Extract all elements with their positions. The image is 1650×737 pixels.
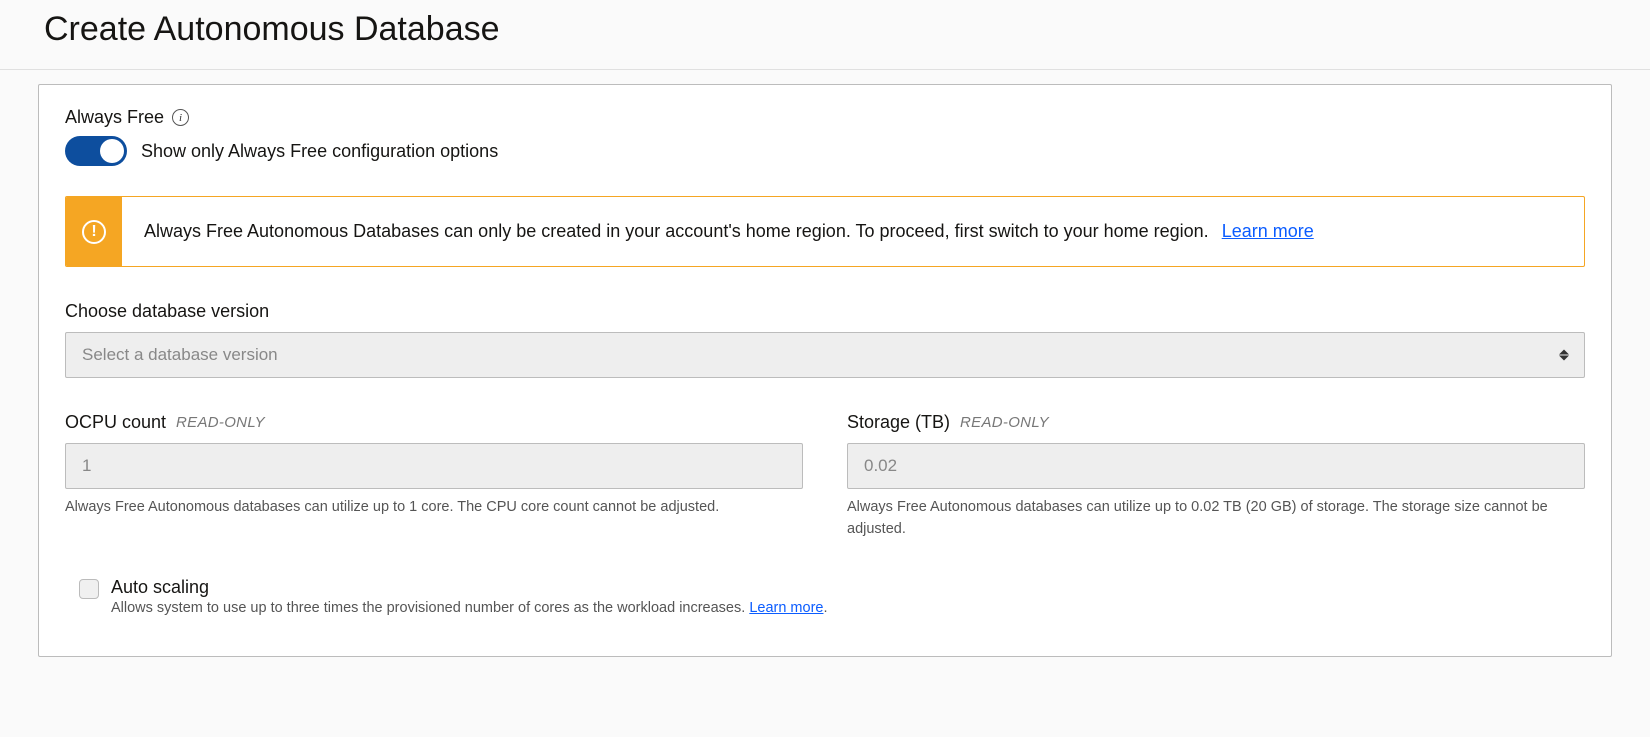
ocpu-help: Always Free Autonomous databases can uti… xyxy=(65,497,803,519)
ocpu-field: OCPU count READ-ONLY 1 Always Free Auton… xyxy=(65,412,803,541)
config-card: Always Free i Show only Always Free conf… xyxy=(38,84,1612,657)
region-warning-alert: ! Always Free Autonomous Databases can o… xyxy=(65,196,1585,267)
page-title: Create Autonomous Database xyxy=(44,10,1606,49)
auto-scaling-learn-more-link[interactable]: Learn more xyxy=(749,600,823,616)
db-version-select-wrap: Select a database version xyxy=(65,332,1585,378)
always-free-header: Always Free i xyxy=(65,107,1585,128)
always-free-toggle[interactable] xyxy=(65,136,127,166)
auto-scaling-suffix: . xyxy=(823,600,827,616)
ocpu-input: 1 xyxy=(65,443,803,489)
page-header: Create Autonomous Database xyxy=(0,0,1650,70)
alert-body: Always Free Autonomous Databases can onl… xyxy=(122,197,1336,266)
storage-help: Always Free Autonomous databases can uti… xyxy=(847,497,1585,541)
auto-scaling-checkbox[interactable] xyxy=(79,579,99,599)
storage-label-row: Storage (TB) READ-ONLY xyxy=(847,412,1585,433)
auto-scaling-help-text: Allows system to use up to three times t… xyxy=(111,600,749,616)
storage-input: 0.02 xyxy=(847,443,1585,489)
toggle-knob xyxy=(100,139,124,163)
storage-readonly-tag: READ-ONLY xyxy=(960,414,1049,431)
always-free-toggle-label: Show only Always Free configuration opti… xyxy=(141,141,498,162)
auto-scaling-help: Allows system to use up to three times t… xyxy=(111,600,1585,616)
compute-storage-row: OCPU count READ-ONLY 1 Always Free Auton… xyxy=(65,412,1585,541)
always-free-toggle-row: Show only Always Free configuration opti… xyxy=(65,136,1585,166)
info-icon[interactable]: i xyxy=(172,109,189,126)
always-free-label: Always Free xyxy=(65,107,164,128)
db-version-select[interactable]: Select a database version xyxy=(65,332,1585,378)
auto-scaling-content: Auto scaling Allows system to use up to … xyxy=(111,577,1585,616)
ocpu-readonly-tag: READ-ONLY xyxy=(176,414,265,431)
ocpu-label: OCPU count xyxy=(65,412,166,433)
ocpu-label-row: OCPU count READ-ONLY xyxy=(65,412,803,433)
alert-text: Always Free Autonomous Databases can onl… xyxy=(144,221,1209,241)
auto-scaling-label: Auto scaling xyxy=(111,577,1585,598)
alert-learn-more-link[interactable]: Learn more xyxy=(1222,221,1314,241)
auto-scaling-row: Auto scaling Allows system to use up to … xyxy=(65,577,1585,616)
storage-label: Storage (TB) xyxy=(847,412,950,433)
db-version-label: Choose database version xyxy=(65,301,1585,322)
warning-icon: ! xyxy=(82,220,106,244)
db-version-field: Choose database version Select a databas… xyxy=(65,301,1585,378)
alert-icon-box: ! xyxy=(66,197,122,266)
storage-field: Storage (TB) READ-ONLY 0.02 Always Free … xyxy=(847,412,1585,541)
